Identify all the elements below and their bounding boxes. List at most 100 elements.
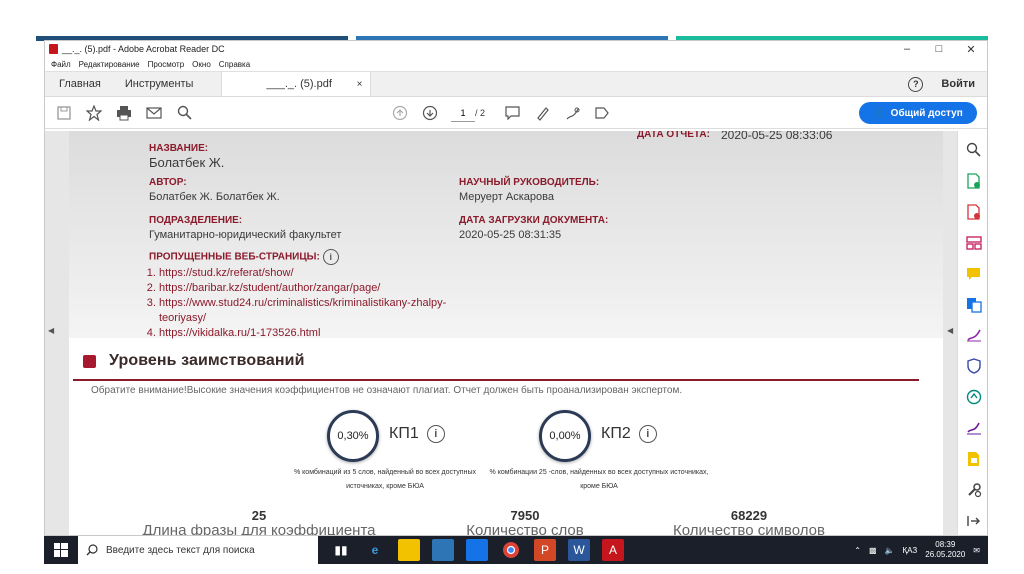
system-tray: ⌃ ▩ 🔈 ҚАЗ 08:39 26.05.2020 ✉ xyxy=(854,540,988,560)
sign-icon[interactable] xyxy=(587,98,617,128)
skipped-link[interactable]: https://stud.kz/referat/show/ xyxy=(159,267,294,279)
menu-window[interactable]: Окно xyxy=(192,60,211,69)
maximize-button[interactable]: □ xyxy=(923,43,955,56)
highlight-icon[interactable] xyxy=(527,98,557,128)
menu-edit[interactable]: Редактирование xyxy=(79,60,140,69)
page-number-input[interactable]: 1 xyxy=(451,104,475,122)
clock-time: 08:39 xyxy=(935,540,956,549)
kp2-info-icon[interactable]: i xyxy=(638,425,657,443)
send-for-review-icon[interactable] xyxy=(963,387,985,407)
kp1-note: % комбинаций из 5 слов, найденный во все… xyxy=(294,469,476,490)
taskbar-search-input[interactable]: Введите здесь текст для поиска xyxy=(78,536,318,564)
powerpoint-icon[interactable]: P xyxy=(534,539,556,561)
print-icon[interactable] xyxy=(109,98,139,128)
borrowing-notice: Обратите внимание!Высокие значения коэфф… xyxy=(91,385,683,396)
stat-phrase-length-label: Длина фразы для коэффициента xyxy=(142,522,376,536)
kp1-info-icon[interactable]: i xyxy=(426,425,445,443)
menu-view[interactable]: Просмотр xyxy=(148,60,185,69)
protect-icon[interactable] xyxy=(963,356,985,376)
windows-start-icon[interactable] xyxy=(44,536,78,564)
minimize-button[interactable]: – xyxy=(891,43,923,56)
save-icon[interactable] xyxy=(49,98,79,128)
collapse-pane-icon[interactable] xyxy=(963,511,985,531)
skipped-link[interactable]: https://www.stud24.ru/criminalistics/kri… xyxy=(159,297,446,324)
tab-home[interactable]: Главная xyxy=(45,72,115,96)
list-item[interactable]: https://baribar.kz/student/author/zangar… xyxy=(159,281,489,296)
clock[interactable]: 08:39 26.05.2020 xyxy=(925,540,965,560)
left-panel-toggle-icon[interactable]: ◀ xyxy=(48,326,54,335)
share-label: Общий доступ xyxy=(890,107,963,119)
task-view-icon[interactable]: ▮▮ xyxy=(330,539,352,561)
stat-words-value: 7950 xyxy=(510,508,540,523)
tab-document[interactable]: ___._. (5).pdf × xyxy=(221,72,372,96)
store-icon[interactable] xyxy=(432,539,454,561)
prev-page-icon[interactable] xyxy=(385,98,415,128)
comment-icon[interactable] xyxy=(497,98,527,128)
department-value: Гуманитарно-юридический факультет xyxy=(149,229,342,241)
skipped-link[interactable]: https://baribar.kz/student/author/zangar… xyxy=(159,282,380,294)
upload-date-value: 2020-05-25 08:31:35 xyxy=(459,229,562,241)
list-item[interactable]: https://vikidalka.ru/1-173526.html xyxy=(159,326,489,341)
share-user-icon: 👤 xyxy=(873,107,886,119)
tools-pane xyxy=(957,131,987,535)
zoom-icon[interactable] xyxy=(963,140,985,160)
menu-help[interactable]: Справка xyxy=(219,60,250,69)
acrobat-window: __._. (5).pdf - Adobe Acrobat Reader DC … xyxy=(44,40,988,536)
skipped-pages-text: ПРОПУЩЕННЫЕ ВЕБ-СТРАНИЦЫ: xyxy=(149,251,320,263)
share-button[interactable]: 👤 Общий доступ xyxy=(859,102,977,124)
network-icon[interactable]: ▩ xyxy=(869,546,877,555)
list-item[interactable]: https://www.stud24.ru/criminalistics/kri… xyxy=(159,296,489,326)
report-date-value: 2020-05-25 08:33:06 xyxy=(721,131,833,142)
info-icon[interactable]: i xyxy=(322,249,339,265)
menu-file[interactable]: Файл xyxy=(51,60,71,69)
skipped-pages-label: ПРОПУЩЕННЫЕ ВЕБ-СТРАНИЦЫ: i xyxy=(149,249,339,265)
notifications-icon[interactable]: ✉ xyxy=(973,546,980,555)
request-signatures-icon[interactable] xyxy=(963,418,985,438)
kp1-label: КП1 i xyxy=(389,425,445,443)
file-explorer-icon[interactable] xyxy=(398,539,420,561)
tab-tools[interactable]: Инструменты xyxy=(115,72,222,96)
menu-bar: Файл Редактирование Просмотр Окно Справк… xyxy=(45,57,987,71)
signin-button[interactable]: Войти xyxy=(941,78,975,90)
more-tools-icon[interactable] xyxy=(963,480,985,500)
create-pdf-icon[interactable] xyxy=(963,202,985,222)
chrome-icon[interactable] xyxy=(500,539,522,561)
search-placeholder: Введите здесь текст для поиска xyxy=(106,544,255,556)
edge-icon[interactable]: e xyxy=(364,539,386,561)
word-icon[interactable]: W xyxy=(568,539,590,561)
tab-close-icon[interactable]: × xyxy=(357,79,363,90)
help-icon[interactable]: ? xyxy=(908,76,924,92)
export-pdf-icon[interactable] xyxy=(963,171,985,191)
skipped-links-list: https://stud.kz/referat/show/ https://ba… xyxy=(143,266,489,341)
acrobat-taskbar-icon[interactable]: A xyxy=(602,539,624,561)
list-item[interactable]: https://stud.kz/referat/show/ xyxy=(159,266,489,281)
kp1-text: КП1 xyxy=(389,425,419,443)
section-title: Уровень заимствований xyxy=(109,352,305,369)
kp2-label: КП2 i xyxy=(601,425,657,443)
fill-sign-icon[interactable] xyxy=(963,326,985,346)
edit-pdf-icon[interactable] xyxy=(963,449,985,469)
combine-files-icon[interactable] xyxy=(963,295,985,315)
stat-chars-label: Количество символов xyxy=(673,522,825,536)
department-label: ПОДРАЗДЕЛЕНИЕ: xyxy=(149,215,243,226)
close-window-button[interactable]: ✕ xyxy=(955,43,987,56)
clock-date: 26.05.2020 xyxy=(925,550,966,559)
stat-chars-value: 68229 xyxy=(730,508,768,523)
email-icon[interactable] xyxy=(139,98,169,128)
next-page-icon[interactable] xyxy=(415,98,445,128)
stat-phrase-length-value: 25 xyxy=(251,508,267,523)
mail-icon[interactable] xyxy=(466,539,488,561)
skipped-link[interactable]: https://vikidalka.ru/1-173526.html xyxy=(159,327,320,339)
search-icon[interactable] xyxy=(169,98,199,128)
star-icon[interactable] xyxy=(79,98,109,128)
right-panel-toggle-icon[interactable]: ◀ xyxy=(947,326,953,335)
document-area: ◀ ДАТА ОТЧЕТА: 2020-05-25 08:33:06 НАЗВА… xyxy=(45,131,987,536)
section-divider xyxy=(73,379,919,381)
page-navigation: 1 / 2 xyxy=(385,98,617,128)
language-indicator[interactable]: ҚАЗ xyxy=(903,546,918,555)
comment-tool-icon[interactable] xyxy=(963,264,985,284)
draw-icon[interactable] xyxy=(557,98,587,128)
organize-pages-icon[interactable] xyxy=(963,233,985,253)
volume-icon[interactable]: 🔈 xyxy=(885,546,895,555)
tray-chevron-icon[interactable]: ⌃ xyxy=(854,546,861,555)
